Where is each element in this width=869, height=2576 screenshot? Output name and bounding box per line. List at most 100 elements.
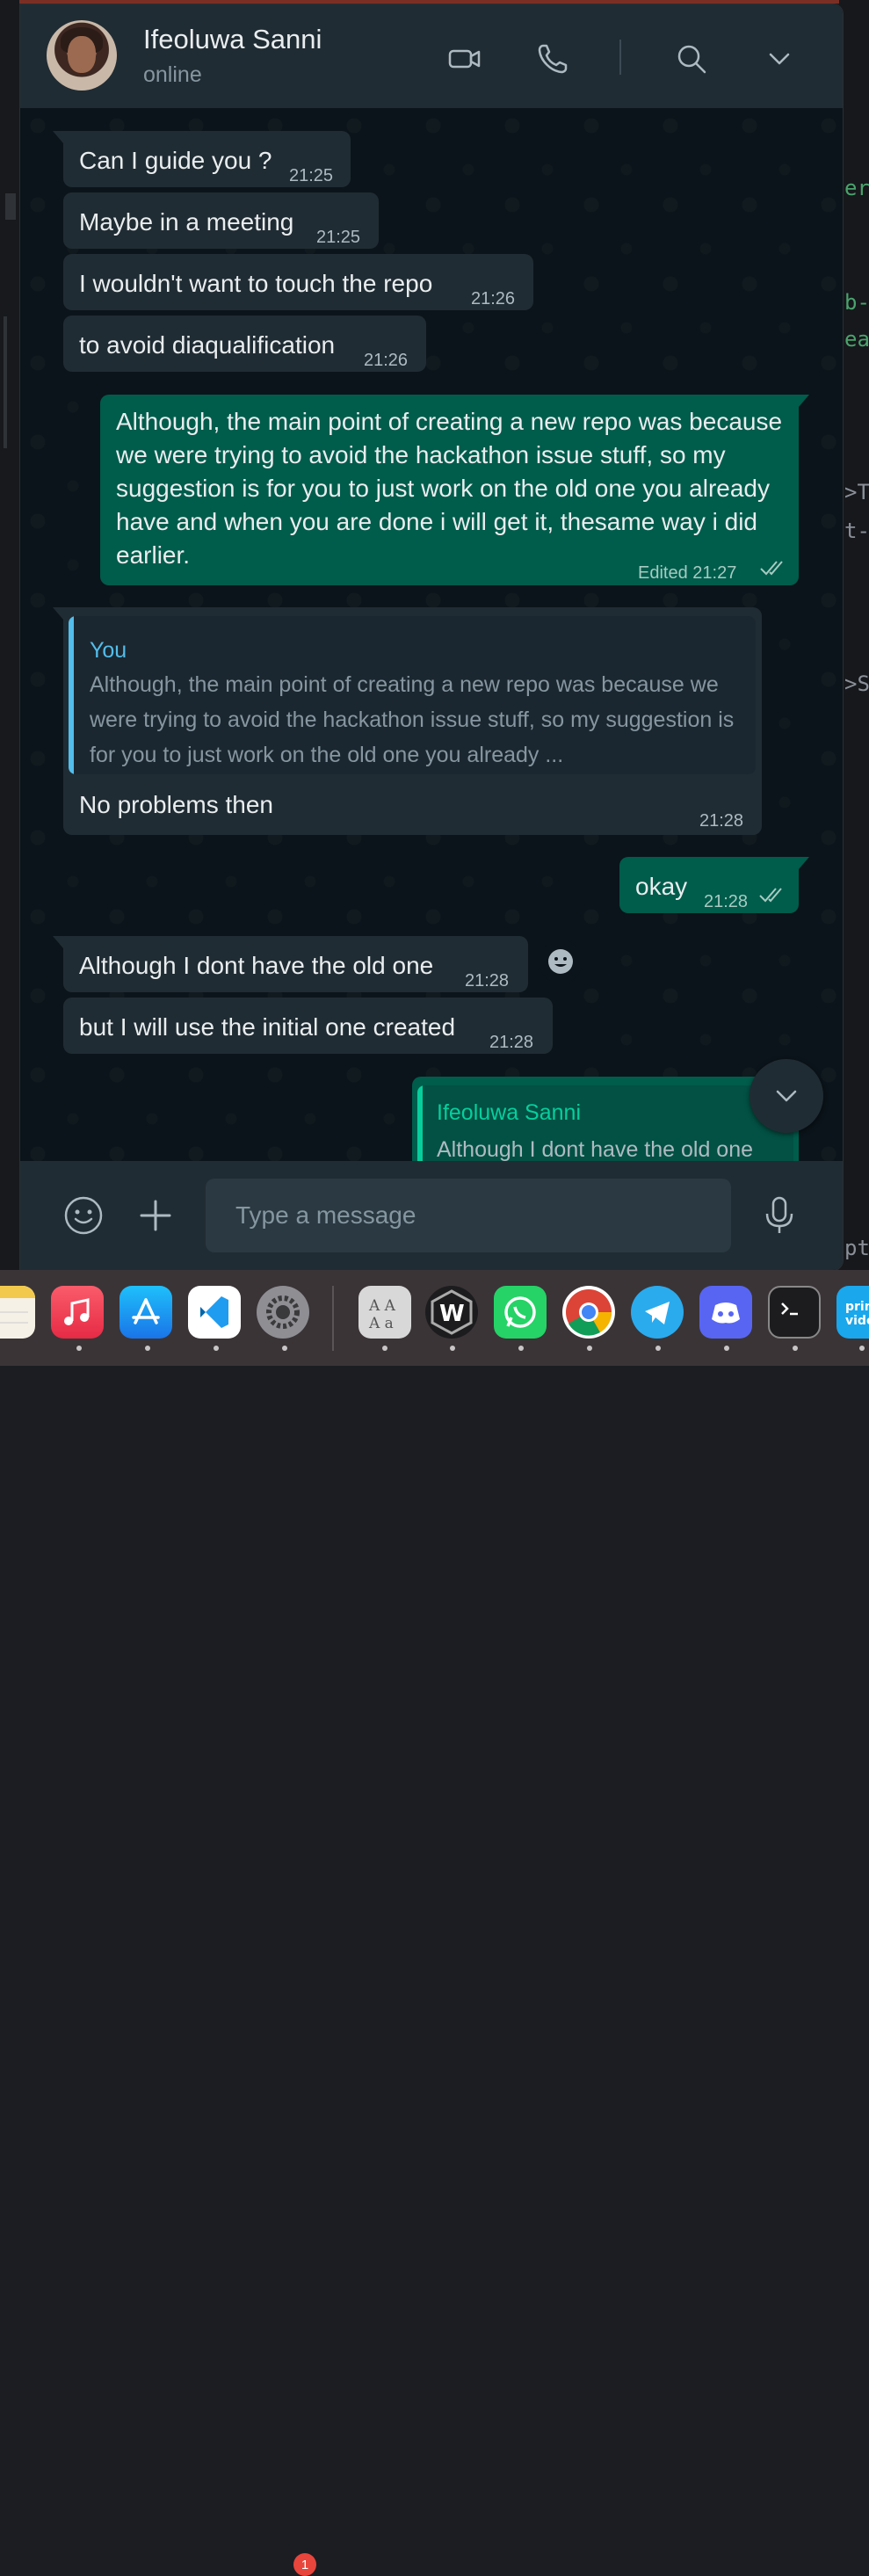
whatsapp-app-icon[interactable] <box>494 1286 547 1339</box>
prime-video-app-icon[interactable]: primvide <box>836 1286 869 1339</box>
code-fragment: >T <box>844 480 869 504</box>
message-time: 21:26 <box>471 289 516 308</box>
running-indicator <box>587 1346 592 1351</box>
background-left-pane <box>0 0 19 1270</box>
message-time: 21:25 <box>289 166 334 185</box>
warp-app-icon[interactable]: W <box>425 1286 478 1339</box>
chrome-app-icon[interactable] <box>562 1286 615 1339</box>
message-composer <box>20 1161 843 1270</box>
running-indicator <box>76 1346 82 1351</box>
code-fragment: b- <box>844 290 869 315</box>
smiley-icon <box>548 949 573 974</box>
message-text: Maybe in a meeting <box>79 208 294 236</box>
quote-author: Ifeoluwa Sanni <box>437 1100 582 1125</box>
macos-dock: 1 A AA a W primvide <box>0 1270 869 2576</box>
message-text: okay <box>635 873 688 900</box>
header-divider <box>619 40 621 75</box>
code-fragment: t- <box>844 519 869 543</box>
app-store-icon[interactable] <box>119 1286 172 1339</box>
chevron-down-icon <box>776 1090 797 1102</box>
message-input[interactable] <box>206 1179 731 1252</box>
svg-text:vide: vide <box>845 1314 869 1328</box>
read-receipt-icon <box>759 888 782 903</box>
vscode-app-icon[interactable] <box>188 1286 241 1339</box>
quoted-message[interactable]: You Although, the main point of creating… <box>69 616 756 774</box>
scroll-to-bottom-button[interactable] <box>750 1059 823 1133</box>
music-app-icon[interactable] <box>51 1286 104 1339</box>
avatar-face <box>68 36 96 73</box>
contact-avatar[interactable] <box>47 20 117 91</box>
message-incoming[interactable]: Can I guide you ? 21:25 <box>53 131 351 187</box>
dictionary-app-icon[interactable]: A AA a <box>358 1286 411 1339</box>
terminal-app-icon[interactable] <box>768 1286 821 1339</box>
running-indicator <box>214 1346 219 1351</box>
video-call-icon[interactable] <box>447 41 482 76</box>
message-edited-time: Edited 21:27 <box>638 563 737 583</box>
code-fragment: >S <box>844 671 869 696</box>
quoted-message[interactable]: Ifeoluwa Sanni Although I dont have the … <box>417 1085 793 1161</box>
notes-app-icon[interactable] <box>0 1286 35 1339</box>
quote-text: Although I dont have the old one <box>437 1137 754 1161</box>
message-text: but I will use the initial one created <box>79 1013 456 1041</box>
discord-app-icon[interactable] <box>699 1286 752 1339</box>
telegram-app-icon[interactable] <box>631 1286 684 1339</box>
microphone-icon[interactable] <box>758 1194 800 1237</box>
search-icon[interactable] <box>674 41 709 76</box>
emoji-react-button[interactable] <box>539 940 583 983</box>
svg-text:prim: prim <box>845 1300 869 1314</box>
message-outgoing[interactable]: Although, the main point of creating a n… <box>100 395 809 585</box>
whatsapp-window: Ifeoluwa Sanni online Can I guide you ? … <box>19 4 844 1271</box>
message-incoming[interactable]: Maybe in a meeting 21:25 <box>63 192 379 249</box>
code-fragment: ea <box>844 327 869 352</box>
code-fragment: er <box>844 176 869 200</box>
message-incoming[interactable]: but I will use the initial one created 2… <box>63 998 553 1054</box>
chat-header[interactable]: Ifeoluwa Sanni online <box>20 4 843 108</box>
running-indicator <box>382 1346 387 1351</box>
message-text: to avoid diaqualification <box>79 331 336 359</box>
background-mark <box>5 193 16 220</box>
message-incoming[interactable]: I wouldn't want to touch the repo 21:26 <box>63 254 533 310</box>
message-time: 21:28 <box>489 1033 534 1052</box>
system-settings-icon[interactable] <box>257 1286 309 1339</box>
message-outgoing-reply[interactable]: Ifeoluwa Sanni Although I dont have the … <box>412 1077 809 1161</box>
message-incoming-reply[interactable]: You Although, the main point of creating… <box>53 607 762 835</box>
message-time: 21:28 <box>704 892 749 911</box>
running-indicator <box>518 1346 524 1351</box>
chevron-down-icon[interactable] <box>762 41 797 76</box>
svg-text:A A: A A <box>368 1297 396 1315</box>
running-indicator <box>282 1346 287 1351</box>
message-text: No problems then <box>79 791 274 818</box>
quote-author: You <box>90 638 127 663</box>
voice-call-icon[interactable] <box>535 41 570 76</box>
read-receipt-icon <box>760 561 783 576</box>
running-indicator <box>724 1346 729 1351</box>
message-time: 21:25 <box>316 228 361 247</box>
running-indicator <box>145 1346 150 1351</box>
running-indicator <box>655 1346 661 1351</box>
message-text: Although, the main point of creating a n… <box>116 408 783 569</box>
message-text: Although I dont have the old one <box>79 952 434 979</box>
emoji-icon[interactable] <box>62 1194 105 1237</box>
background-mark <box>4 316 7 448</box>
quote-bar <box>417 1085 423 1161</box>
svg-text:W: W <box>439 1301 465 1327</box>
quote-bar <box>69 616 74 774</box>
notification-badge: 1 <box>293 2553 316 2576</box>
running-indicator <box>450 1346 455 1351</box>
svg-text:A a: A a <box>368 1315 394 1332</box>
message-incoming[interactable]: to avoid diaqualification 21:26 <box>63 316 426 372</box>
message-time: 21:28 <box>699 811 744 831</box>
message-outgoing[interactable]: okay 21:28 <box>619 857 809 913</box>
contact-name[interactable]: Ifeoluwa Sanni <box>143 24 322 55</box>
attach-plus-icon[interactable] <box>134 1194 177 1237</box>
running-indicator <box>859 1346 865 1351</box>
message-time: 21:28 <box>465 971 510 990</box>
message-list[interactable]: Can I guide you ? 21:25 Maybe in a meeti… <box>20 108 843 1161</box>
message-incoming[interactable]: Although I dont have the old one 21:28 <box>53 936 528 992</box>
running-indicator <box>793 1346 798 1351</box>
message-text: Can I guide you ? <box>79 147 272 174</box>
background-code-editor: er b- ea >T t- >S pt <box>839 0 869 1270</box>
quote-text: Although, the main point of creating a n… <box>90 672 735 767</box>
dock-separator <box>332 1286 334 1351</box>
message-text: I wouldn't want to touch the repo <box>79 270 433 297</box>
